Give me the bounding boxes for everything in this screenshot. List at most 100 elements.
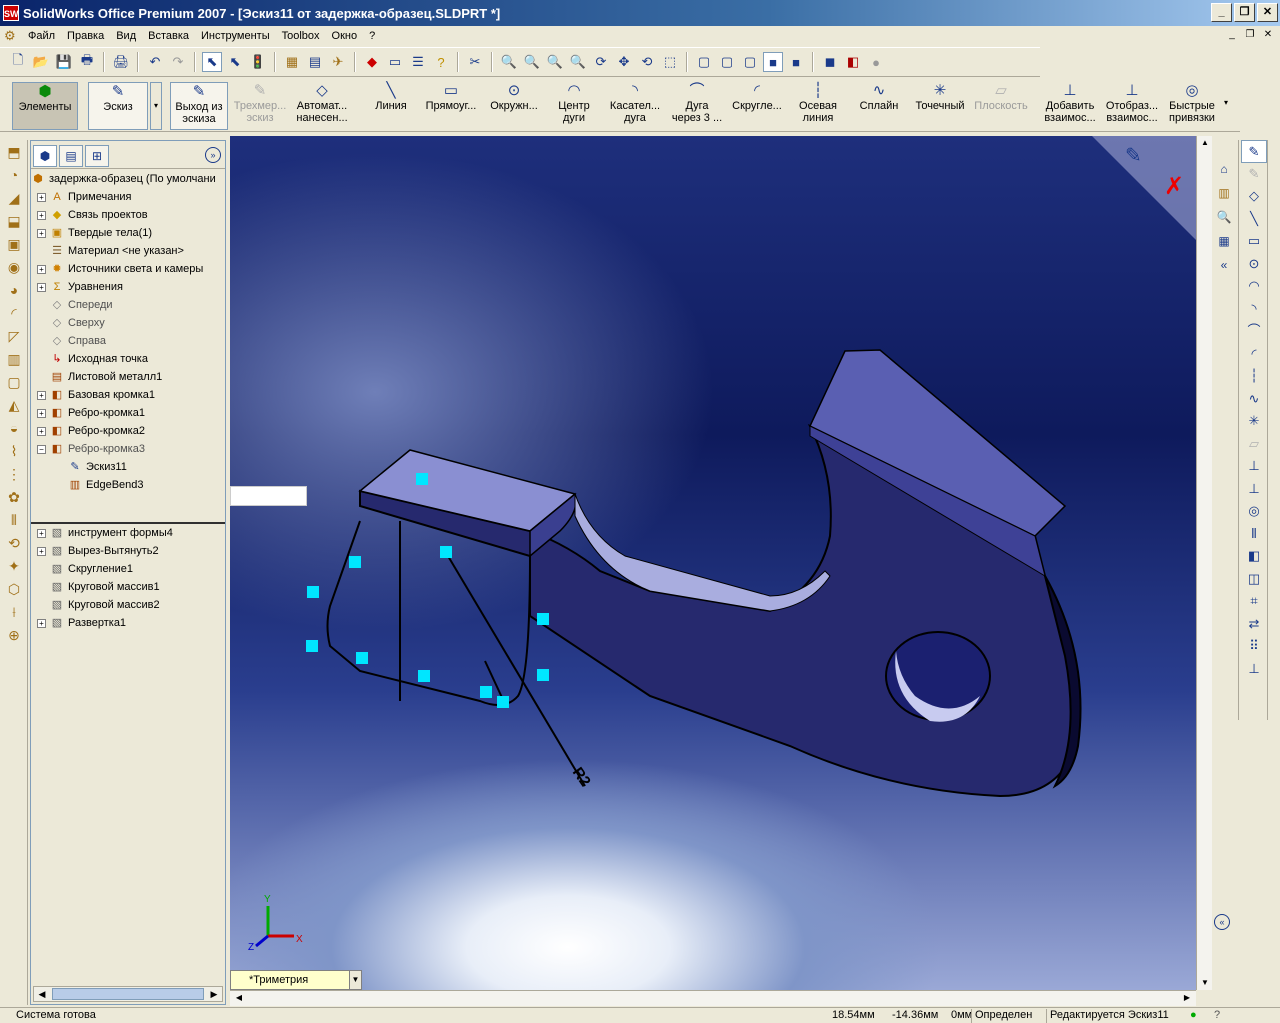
cmd-point[interactable]: ✳ Точечный <box>910 82 970 130</box>
view-palette-icon[interactable]: ▦ <box>1214 230 1234 252</box>
extruded-boss-icon[interactable]: ⬒ <box>2 141 26 163</box>
tree-node-9[interactable]: ↳ Исходная точка <box>31 350 225 368</box>
scroll-left-icon[interactable]: ◀ <box>232 991 246 1005</box>
wireframe-icon[interactable]: ▢ <box>694 52 714 72</box>
cmd-plane[interactable]: ▱ Плоскость <box>972 82 1030 130</box>
cmd-rectangle[interactable]: ▭ Прямоуг... <box>420 82 482 130</box>
expand-toggle-icon[interactable]: + <box>37 546 46 556</box>
3d-sketch-tool-icon[interactable]: ✎ <box>1241 163 1267 186</box>
three-point-arc-tool-icon[interactable]: ⌒ <box>1241 320 1267 343</box>
tree-node-11[interactable]: + ◧ Базовая кромка1 <box>31 386 225 404</box>
scroll-up-icon[interactable]: ▲ <box>1197 136 1213 150</box>
cmd-sketch-dropdown[interactable]: ▾ <box>150 82 162 130</box>
shaded-icon[interactable]: ■ <box>786 52 806 72</box>
move-entities-tool-icon[interactable]: ⇄ <box>1241 613 1267 636</box>
tree-node-8[interactable]: ◇ Справа <box>31 332 225 350</box>
tree-node-13[interactable]: + ◧ Ребро-кромка2 <box>31 422 225 440</box>
expand-toggle-icon[interactable]: − <box>37 444 46 454</box>
cmd-smart-dimension[interactable]: ◇ Автомат... нанесен... <box>292 82 352 130</box>
zoom-fit-icon[interactable]: 🔍 <box>499 52 519 72</box>
mirror-icon[interactable]: ⫴ <box>2 509 26 531</box>
cmd-display-relations[interactable]: ⊥ Отобраз... взаимос... <box>1102 82 1162 130</box>
scroll-thumb[interactable] <box>52 988 204 1000</box>
doc-minimize-button[interactable]: _ <box>1224 28 1240 42</box>
shell-icon[interactable]: ▢ <box>2 371 26 393</box>
tree-node-7[interactable]: ◇ Сверху <box>31 314 225 332</box>
extruded-cut-icon[interactable]: ▣ <box>2 233 26 255</box>
print-icon[interactable]: 🖶 <box>77 52 97 72</box>
print-preview-icon[interactable]: 🖨 <box>111 52 131 72</box>
fillet-tool-icon[interactable]: ◜ <box>1241 343 1267 366</box>
rib-icon[interactable]: ▥ <box>2 348 26 370</box>
add-relation-tool-icon[interactable]: ⊥ <box>1241 455 1267 478</box>
cmd-centerline[interactable]: ┆ Осевая линия <box>794 82 842 130</box>
expand-panel-icon[interactable]: « <box>1214 914 1230 930</box>
select-icon[interactable]: ⬉ <box>202 52 222 72</box>
chamfer-icon[interactable]: ◸ <box>2 325 26 347</box>
close-button[interactable]: ✕ <box>1257 3 1278 22</box>
menu-file[interactable]: Файл <box>22 30 61 42</box>
spline-tool-icon[interactable]: ∿ <box>1241 388 1267 411</box>
sketch-relations-icon[interactable]: ✂ <box>465 52 485 72</box>
mirror-entities-tool-icon[interactable]: ⫴ <box>1241 523 1267 546</box>
section-view-icon[interactable]: ◧ <box>843 52 863 72</box>
tree-node-3[interactable]: ☰ Материал <не указан> <box>31 242 225 260</box>
centerline-tool-icon[interactable]: ┆ <box>1241 365 1267 388</box>
menu-edit[interactable]: Правка <box>61 30 110 42</box>
scroll-left-icon[interactable]: ◀ <box>34 987 50 1001</box>
expand-toggle-icon[interactable]: + <box>37 210 46 220</box>
hidden-lines-visible-icon[interactable]: ▢ <box>717 52 737 72</box>
tree-node-4[interactable]: + ✹ Источники света и камеры <box>31 260 225 278</box>
cmd-center-arc[interactable]: ◠ Центр дуги <box>548 82 600 130</box>
tree-node-suppressed-1[interactable]: + ▧ Вырез-Вытянуть2 <box>31 542 225 560</box>
split-icon[interactable]: ⟊ <box>2 601 26 623</box>
graphics-vertical-scrollbar[interactable]: ▲ ▼ <box>1196 136 1212 990</box>
redo-icon[interactable]: ↷ <box>168 52 188 72</box>
zoom-area-icon[interactable]: 🔍 <box>522 52 542 72</box>
tree-node-15[interactable]: ✎ Эскиз11 <box>31 458 225 476</box>
quick-snaps-tool-icon[interactable]: ◎ <box>1241 500 1267 523</box>
flex-icon[interactable]: ⌇ <box>2 440 26 462</box>
draft-icon[interactable]: ◭ <box>2 394 26 416</box>
linear-pattern-icon[interactable]: ⋮ <box>2 463 26 485</box>
cancel-sketch-corner-icon[interactable]: ✗ <box>1164 172 1184 200</box>
expand-toggle-icon[interactable]: + <box>37 618 46 628</box>
fillet-feature-icon[interactable]: ◜ <box>2 302 26 324</box>
cmd-features[interactable]: ⬢ Элементы <box>12 82 78 130</box>
revolved-cut-icon[interactable]: ◕ <box>2 279 26 301</box>
help-icon[interactable]: ? <box>431 52 451 72</box>
dome-icon[interactable]: ◒ <box>2 417 26 439</box>
maximize-button[interactable]: ❐ <box>1234 3 1255 22</box>
window-tile-icon[interactable]: ▭ <box>385 52 405 72</box>
zoom-in-out-icon[interactable]: 🔍 <box>545 52 565 72</box>
quick-tips-icon[interactable]: ? <box>1214 1009 1220 1021</box>
dimension-r2[interactable]: R2 <box>569 764 594 789</box>
pattern-tool-icon[interactable]: ⠿ <box>1241 635 1267 658</box>
rotate-view-icon[interactable]: ⟳ <box>591 52 611 72</box>
expand-toggle-icon[interactable]: + <box>37 390 46 400</box>
new-document-icon[interactable]: 🗋 <box>8 52 28 72</box>
reference-geometry-icon[interactable]: ✦ <box>2 555 26 577</box>
command-manager-overflow[interactable]: ▾ <box>1224 98 1228 107</box>
hole-wizard-icon[interactable]: ◉ <box>2 256 26 278</box>
properties-icon[interactable]: ▤ <box>305 52 325 72</box>
cmd-three-point-arc[interactable]: ⌒ Дуга через 3 ... <box>668 82 726 130</box>
previous-view-icon[interactable]: ⟲ <box>637 52 657 72</box>
cmd-3d-sketch[interactable]: ✎ Трехмер... эскиз <box>230 82 290 130</box>
tree-node-5[interactable]: + Σ Уравнения <box>31 278 225 296</box>
select-filter-icon[interactable]: ⬉ <box>225 52 245 72</box>
design-library-icon[interactable]: ▥ <box>1214 182 1234 204</box>
view-orientation-icon[interactable]: ⬚ <box>660 52 680 72</box>
combine-icon[interactable]: ⊕ <box>2 624 26 646</box>
realview-icon[interactable]: ● <box>866 52 886 72</box>
menu-help[interactable]: ? <box>363 30 381 42</box>
scroll-right-icon[interactable]: ▶ <box>206 987 222 1001</box>
instant-3d-icon[interactable]: ⬡ <box>2 578 26 600</box>
tree-node-suppressed-4[interactable]: ▧ Круговой массив2 <box>31 596 225 614</box>
tree-node-14[interactable]: − ◧ Ребро-кромка3 <box>31 440 225 458</box>
tree-node-2[interactable]: + ▣ Твердые тела(1) <box>31 224 225 242</box>
exit-sketch-corner-icon[interactable]: ✎ <box>1125 143 1142 167</box>
axis-tool-icon[interactable]: ⊥ <box>1241 658 1267 681</box>
cmd-spline[interactable]: ∿ Сплайн <box>854 82 904 130</box>
rectangle-tool-icon[interactable]: ▭ <box>1241 230 1267 253</box>
